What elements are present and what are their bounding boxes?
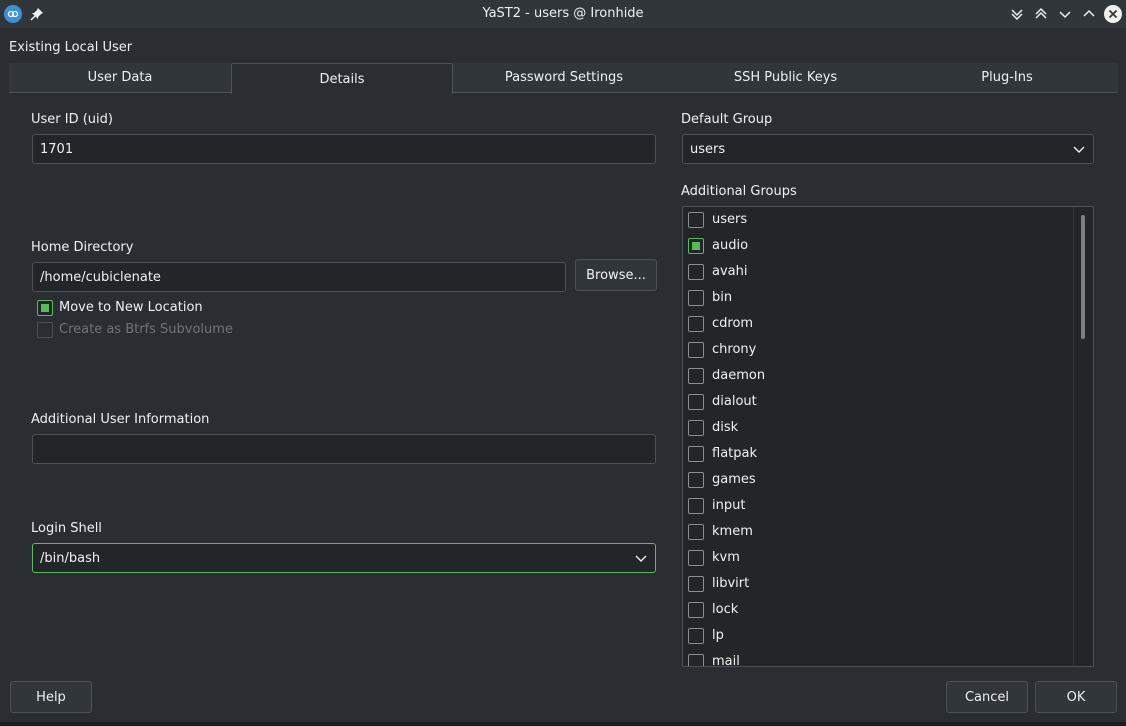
dialog-title: Existing Local User xyxy=(9,40,133,55)
tab-user-data[interactable]: User Data xyxy=(9,63,231,92)
btrfs-subvolume-checkbox xyxy=(37,322,53,338)
group-item-audio[interactable]: audio xyxy=(683,233,1073,259)
additional-groups-list[interactable]: users audio avahi bin cdrom chrony daemo… xyxy=(682,206,1094,667)
cancel-button[interactable]: Cancel xyxy=(946,681,1028,713)
keep-below-icon[interactable] xyxy=(1008,5,1026,23)
minimize-icon[interactable] xyxy=(1056,5,1074,23)
login-shell-combo[interactable]: /bin/bash xyxy=(32,543,656,573)
additional-info-input[interactable] xyxy=(32,434,656,464)
group-checkbox[interactable] xyxy=(688,524,704,540)
group-label: bin xyxy=(712,290,733,305)
default-group-value: users xyxy=(690,141,726,157)
group-item-users[interactable]: users xyxy=(683,207,1073,233)
help-button[interactable]: Help xyxy=(10,681,92,713)
group-item-dialout[interactable]: dialout xyxy=(683,389,1073,415)
group-label: mail xyxy=(712,654,740,667)
default-group-label: Default Group xyxy=(681,112,773,127)
group-item-lp[interactable]: lp xyxy=(683,623,1073,649)
title-bar: YaST2 - users @ Ironhide xyxy=(0,0,1126,28)
group-item-kvm[interactable]: kvm xyxy=(683,545,1073,571)
chevron-down-icon xyxy=(635,555,647,562)
group-checkbox[interactable] xyxy=(688,628,704,644)
group-label: cdrom xyxy=(712,316,754,331)
group-item-daemon[interactable]: daemon xyxy=(683,363,1073,389)
ok-button[interactable]: OK xyxy=(1035,681,1117,713)
group-item-games[interactable]: games xyxy=(683,467,1073,493)
group-label: daemon xyxy=(712,368,766,383)
group-checkbox[interactable] xyxy=(688,472,704,488)
group-label: users xyxy=(712,212,748,227)
additional-info-label: Additional User Information xyxy=(31,412,210,427)
close-icon[interactable] xyxy=(1104,5,1122,23)
group-item-bin[interactable]: bin xyxy=(683,285,1073,311)
group-item-kmem[interactable]: kmem xyxy=(683,519,1073,545)
tab-password-settings[interactable]: Password Settings xyxy=(453,63,675,92)
group-checkbox[interactable] xyxy=(688,654,704,666)
group-item-cdrom[interactable]: cdrom xyxy=(683,311,1073,337)
group-item-mail[interactable]: mail xyxy=(683,649,1073,667)
group-checkbox[interactable] xyxy=(688,498,704,514)
tab-details[interactable]: Details xyxy=(231,63,453,94)
window-title: YaST2 - users @ Ironhide xyxy=(482,6,644,21)
btrfs-subvolume-label: Create as Btrfs Subvolume xyxy=(59,322,233,337)
tab-plug-ins[interactable]: Plug-Ins xyxy=(896,63,1118,92)
uid-label: User ID (uid) xyxy=(31,112,113,127)
groups-scrollbar[interactable] xyxy=(1073,207,1093,666)
group-checkbox[interactable] xyxy=(688,316,704,332)
group-checkbox[interactable] xyxy=(688,368,704,384)
group-label: avahi xyxy=(712,264,748,279)
scrollbar-thumb[interactable] xyxy=(1081,215,1085,339)
group-label: chrony xyxy=(712,342,757,357)
group-label: dialout xyxy=(712,394,757,409)
tab-ssh-public-keys[interactable]: SSH Public Keys xyxy=(675,63,896,92)
group-checkbox[interactable] xyxy=(688,420,704,436)
group-label: games xyxy=(712,472,756,487)
group-checkbox[interactable] xyxy=(688,602,704,618)
group-label: lock xyxy=(712,602,739,617)
tab-bar: User Data Details Password Settings SSH … xyxy=(9,63,1118,94)
group-label: kvm xyxy=(712,550,740,565)
group-item-disk[interactable]: disk xyxy=(683,415,1073,441)
group-checkbox[interactable] xyxy=(688,290,704,306)
uid-input[interactable]: 1701 xyxy=(32,134,656,164)
chevron-down-icon xyxy=(1073,146,1085,153)
group-label: input xyxy=(712,498,746,513)
group-checkbox[interactable] xyxy=(688,342,704,358)
group-label: disk xyxy=(712,420,739,435)
move-to-new-location-label: Move to New Location xyxy=(59,300,203,315)
group-item-chrony[interactable]: chrony xyxy=(683,337,1073,363)
home-directory-input[interactable]: /home/cubiclenate xyxy=(32,262,566,292)
keep-above-icon[interactable] xyxy=(1032,5,1050,23)
group-item-libvirt[interactable]: libvirt xyxy=(683,571,1073,597)
group-checkbox[interactable] xyxy=(688,264,704,280)
default-group-combo[interactable]: users xyxy=(682,134,1094,164)
group-label: flatpak xyxy=(712,446,757,461)
group-checkbox[interactable] xyxy=(688,394,704,410)
group-item-lock[interactable]: lock xyxy=(683,597,1073,623)
group-checkbox[interactable] xyxy=(688,576,704,592)
group-checkbox[interactable] xyxy=(688,550,704,566)
group-label: audio xyxy=(712,238,749,253)
group-checkbox[interactable] xyxy=(688,238,704,254)
bottom-edge xyxy=(0,722,1126,726)
group-checkbox[interactable] xyxy=(688,446,704,462)
group-label: kmem xyxy=(712,524,753,539)
browse-button[interactable]: Browse... xyxy=(575,259,657,291)
group-item-flatpak[interactable]: flatpak xyxy=(683,441,1073,467)
group-checkbox[interactable] xyxy=(688,212,704,228)
login-shell-value: /bin/bash xyxy=(40,550,101,566)
login-shell-label: Login Shell xyxy=(31,521,102,536)
group-label: libvirt xyxy=(712,576,750,591)
group-label: lp xyxy=(712,628,724,643)
maximize-icon[interactable] xyxy=(1080,5,1098,23)
home-directory-label: Home Directory xyxy=(31,240,134,255)
move-to-new-location-checkbox[interactable] xyxy=(37,300,53,316)
additional-groups-label: Additional Groups xyxy=(681,184,797,199)
group-item-avahi[interactable]: avahi xyxy=(683,259,1073,285)
group-item-input[interactable]: input xyxy=(683,493,1073,519)
